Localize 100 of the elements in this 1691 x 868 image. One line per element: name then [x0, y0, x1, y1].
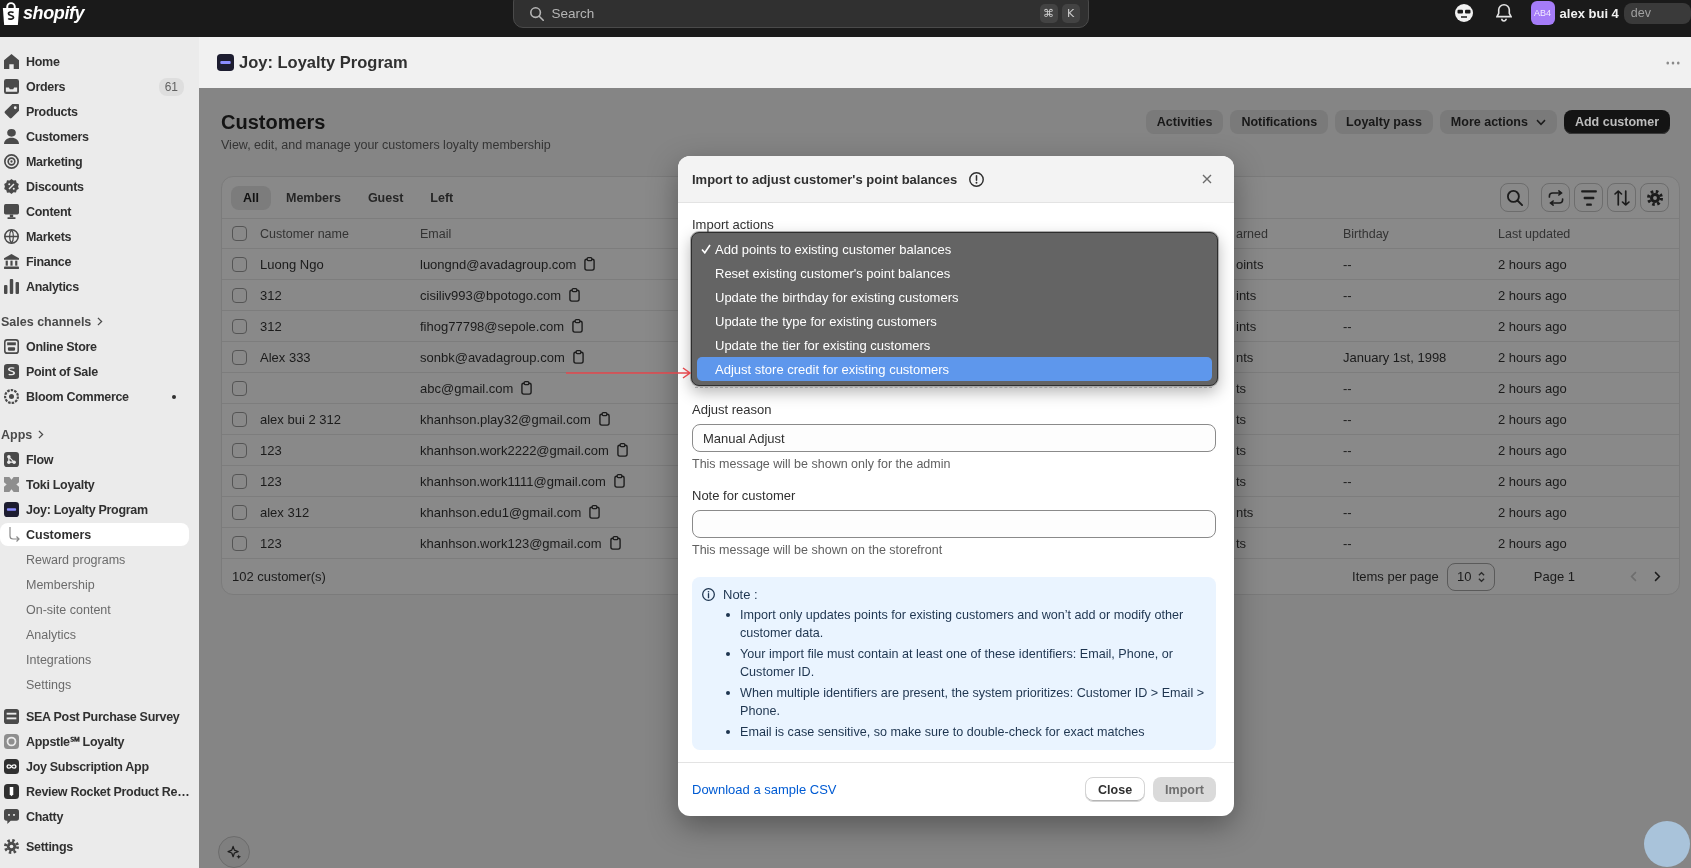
- settings-icon: [1646, 189, 1663, 206]
- checkbox[interactable]: [232, 226, 247, 241]
- sidebar-item[interactable]: Products: [4, 99, 193, 124]
- checkbox[interactable]: [232, 349, 247, 365]
- checkbox[interactable]: [232, 411, 247, 427]
- clipboard-icon[interactable]: [598, 412, 610, 426]
- sidebar-item[interactable]: Discounts: [4, 174, 193, 199]
- download-link[interactable]: Download a sample CSV: [692, 782, 837, 797]
- logo-wordmark[interactable]: shopify: [23, 2, 85, 24]
- menu-option[interactable]: Reset existing customer's point balances: [697, 261, 1212, 285]
- clipboard-icon[interactable]: [616, 443, 628, 457]
- sidebar-subitem[interactable]: Settings: [0, 672, 189, 697]
- sidebar-subitem[interactable]: On-site content: [0, 597, 189, 622]
- page-subtitle: View, edit, and manage your customers loyalty membership: [221, 137, 551, 153]
- search-input[interactable]: Search: [547, 6, 1036, 21]
- card-icon: [4, 364, 19, 379]
- sidebar-item[interactable]: Finance: [4, 249, 193, 274]
- section-link[interactable]: Apps: [1, 422, 193, 447]
- checkbox[interactable]: [232, 442, 247, 458]
- sidebar-item[interactable]: Flow: [4, 447, 193, 472]
- bullet-icon: [726, 691, 730, 695]
- sidebar-item[interactable]: Toki Loyalty: [4, 472, 193, 497]
- page-size-select[interactable]: 10: [1446, 562, 1495, 591]
- sidebar-item[interactable]: SEA Post Purchase Survey: [4, 704, 193, 729]
- menu-option[interactable]: Update the type for existing customers: [697, 309, 1212, 333]
- filter-button[interactable]: [1574, 183, 1603, 212]
- settings-button[interactable]: [1640, 183, 1669, 212]
- note-field[interactable]: [692, 510, 1216, 538]
- filter-tab[interactable]: Left: [418, 185, 466, 210]
- dialog-button[interactable]: Close: [1085, 777, 1146, 802]
- sidebar-item[interactable]: Bloom Commerce: [4, 384, 193, 409]
- filter-tab[interactable]: Members: [274, 185, 353, 210]
- sidebar-item[interactable]: Customers: [4, 124, 193, 149]
- table-cell-text: --: [1343, 504, 1353, 520]
- sidebar-item[interactable]: Orders 61: [4, 74, 193, 99]
- adjust-reason-field[interactable]: Manual Adjust: [692, 424, 1216, 452]
- sidebar-item[interactable]: Point of Sale: [4, 359, 193, 384]
- face-icon[interactable]: [1454, 4, 1473, 22]
- checkbox[interactable]: [232, 287, 247, 303]
- table-cell-text: --: [1343, 442, 1353, 458]
- count-badge: 61: [158, 77, 184, 96]
- sidebar-item[interactable]: Appstle℠ Loyalty: [4, 729, 193, 754]
- menu-option[interactable]: Update the birthday for existing customers: [697, 285, 1212, 309]
- chat-icon: [4, 809, 19, 824]
- sidebar-subitem[interactable]: Customers: [0, 523, 189, 546]
- sidebar-item[interactable]: Review Rocket Product Re…: [4, 779, 193, 804]
- sidebar-item[interactable]: Online Store: [4, 334, 193, 359]
- table-cell-text: --: [1343, 256, 1353, 272]
- clipboard-icon[interactable]: [572, 319, 583, 333]
- clipboard-icon[interactable]: [521, 381, 533, 395]
- sidebar-item[interactable]: Settings: [4, 834, 193, 859]
- checkbox[interactable]: [232, 473, 247, 489]
- sidebar-item[interactable]: Joy: Loyalty Program: [4, 497, 193, 522]
- store-badge: dev: [1623, 2, 1691, 24]
- storefront-icon: [4, 339, 19, 354]
- search-bar[interactable]: Search ⌘ K: [512, 0, 1089, 28]
- sidebar-subitem[interactable]: Analytics: [0, 622, 189, 647]
- menu-button[interactable]: More actions: [1439, 110, 1557, 134]
- menu-option[interactable]: Add points to existing customer balances: [697, 237, 1212, 261]
- more-icon[interactable]: [1666, 60, 1680, 65]
- clipboard-icon[interactable]: [572, 350, 584, 364]
- clipboard-icon[interactable]: [584, 257, 596, 271]
- clipboard-icon[interactable]: [569, 288, 581, 302]
- sidebar-item[interactable]: Marketing: [4, 149, 193, 174]
- table-cell-text: --: [1343, 473, 1353, 489]
- chevron-right-icon[interactable]: [1654, 571, 1661, 582]
- sidebar-item[interactable]: Content: [4, 199, 193, 224]
- sidebar-subitem[interactable]: Reward programs: [0, 547, 189, 572]
- sidebar-item[interactable]: Home: [4, 49, 193, 74]
- menu-option[interactable]: Update the tier for existing customers: [697, 333, 1212, 357]
- action-button[interactable]: Loyalty pass: [1335, 110, 1433, 134]
- sidebar-subitem[interactable]: Membership: [0, 572, 189, 597]
- refresh-button[interactable]: [1541, 183, 1570, 212]
- section-link[interactable]: Sales channels: [1, 309, 193, 334]
- sort-button[interactable]: [1607, 183, 1636, 212]
- search-button[interactable]: [1500, 183, 1529, 212]
- clipboard-icon[interactable]: [613, 474, 625, 488]
- primary-button[interactable]: Add customer: [1563, 110, 1670, 134]
- filter-tab[interactable]: All: [231, 185, 271, 210]
- filter-tab[interactable]: Guest: [355, 185, 416, 210]
- sidebar-subitem[interactable]: Integrations: [0, 647, 189, 672]
- info-icon: [702, 587, 715, 601]
- bullet-icon: [726, 730, 730, 734]
- checkbox[interactable]: [232, 504, 247, 520]
- clipboard-icon[interactable]: [589, 505, 601, 519]
- checkbox[interactable]: [232, 318, 247, 334]
- checkbox[interactable]: [232, 380, 247, 396]
- user-name[interactable]: alex bui 4: [1559, 5, 1619, 21]
- bell-icon[interactable]: [1495, 4, 1512, 22]
- clipboard-icon[interactable]: [609, 536, 621, 550]
- sidebar-item[interactable]: Analytics: [4, 274, 193, 299]
- action-button[interactable]: Notifications: [1230, 110, 1329, 134]
- sidebar-item[interactable]: Joy Subscription App: [4, 754, 193, 779]
- action-button[interactable]: Activities: [1145, 110, 1224, 134]
- sidebar-item[interactable]: Markets: [4, 224, 193, 249]
- checkbox[interactable]: [232, 535, 247, 551]
- bag-icon[interactable]: [1, 1, 21, 25]
- checkbox[interactable]: [232, 256, 247, 272]
- close-icon[interactable]: [1202, 174, 1212, 184]
- sidebar-item[interactable]: Chatty: [4, 804, 193, 829]
